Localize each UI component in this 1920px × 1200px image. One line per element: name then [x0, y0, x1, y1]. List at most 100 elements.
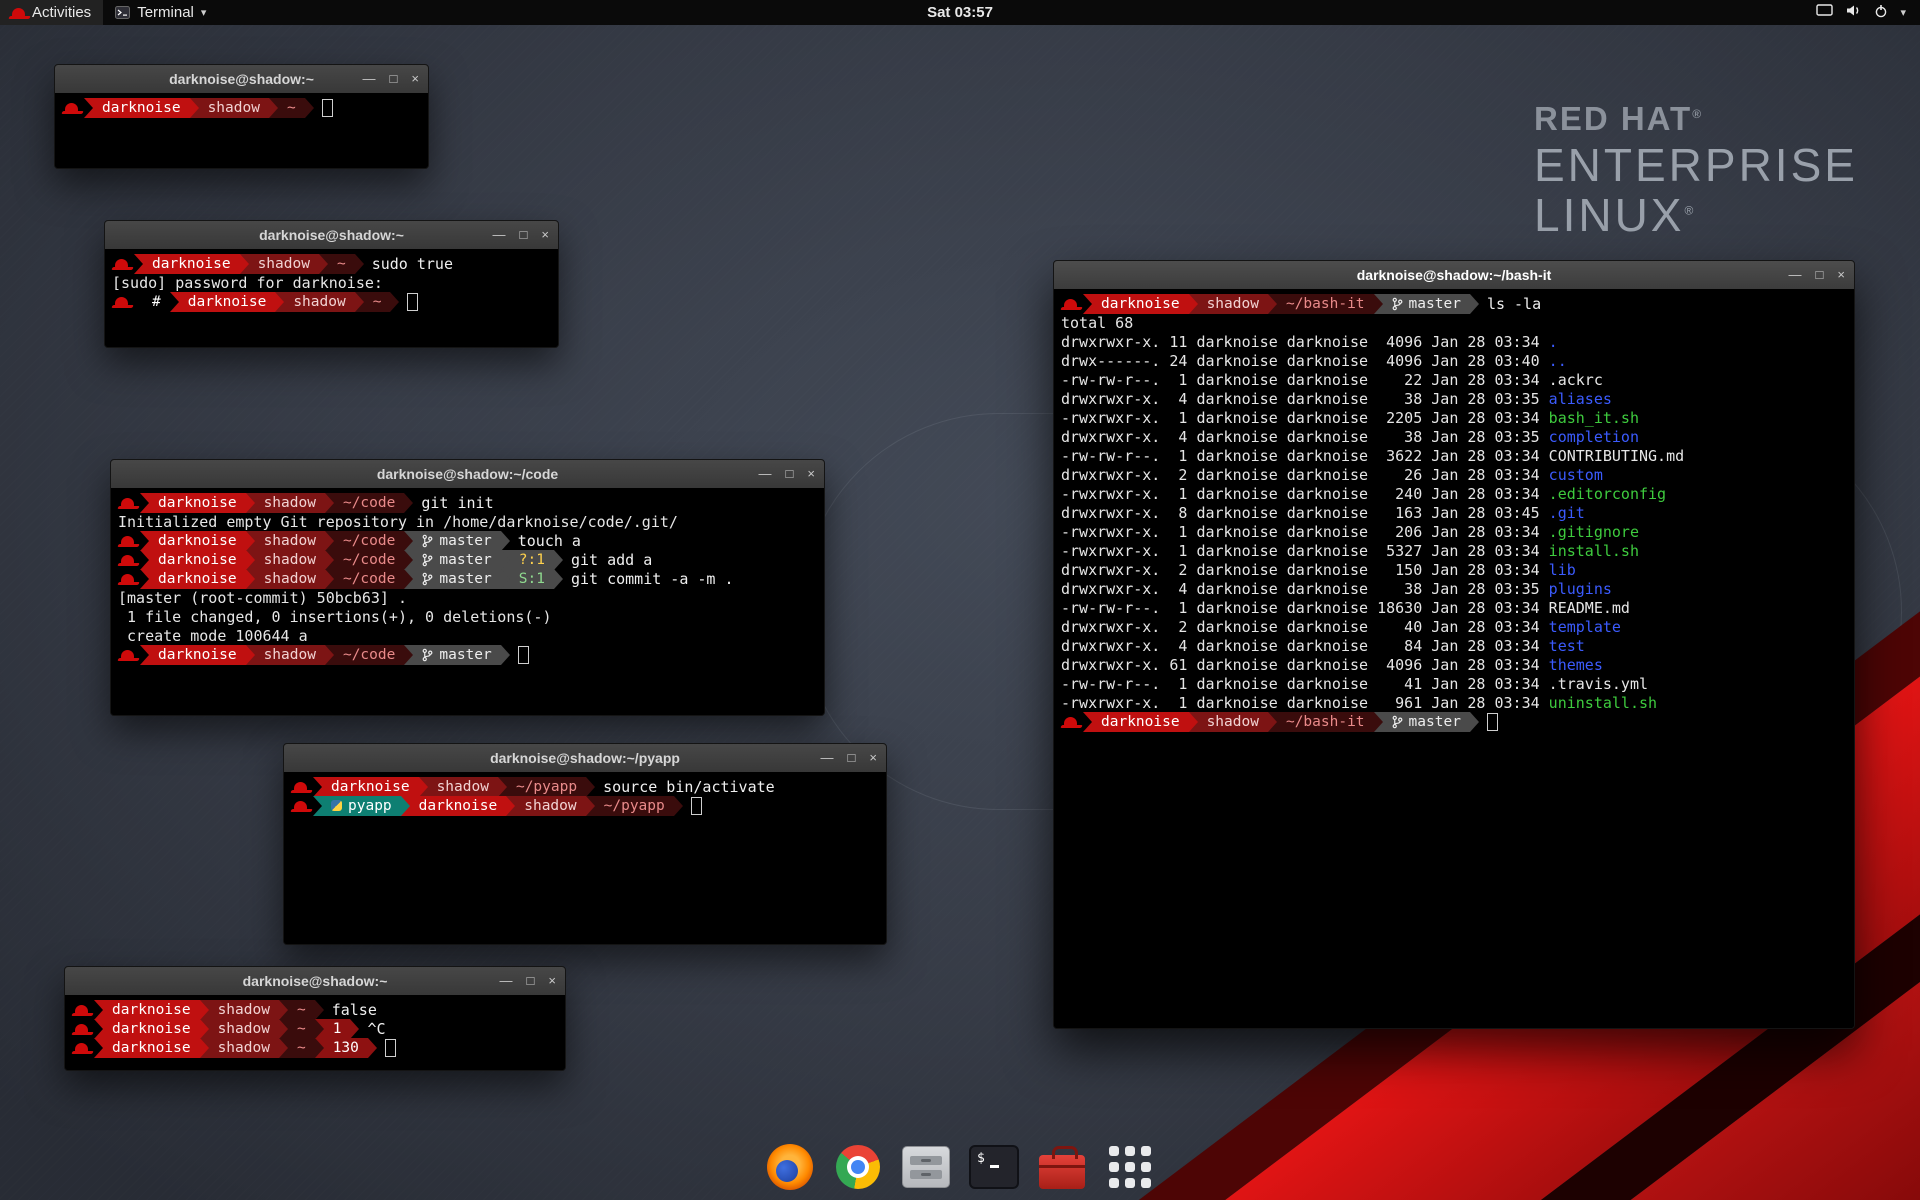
- prompt-segment-user: darknoise: [103, 1000, 200, 1020]
- terminal-line: drwxrwxr-x. 11 darknoise darknoise 4096 …: [1061, 332, 1847, 351]
- grid-dot: [1125, 1162, 1135, 1172]
- prompt-segment-git: master: [413, 569, 500, 589]
- minimize-button[interactable]: —: [1789, 261, 1802, 289]
- maximize-button[interactable]: □: [1816, 261, 1824, 289]
- prompt-segment-path: ~/pyapp: [507, 777, 586, 797]
- ls-entry-name: .gitignore: [1549, 523, 1639, 541]
- dock-chrome-icon[interactable]: [831, 1140, 885, 1194]
- prompt-segment-user: darknoise: [1092, 712, 1189, 732]
- terminal-body[interactable]: darknoiseshadow~falsedarknoiseshadow~1^C…: [65, 995, 565, 1070]
- dock-firefox-icon[interactable]: [763, 1140, 817, 1194]
- prompt-segment-host: shadow: [249, 254, 319, 274]
- powerline-separator: [1083, 294, 1092, 314]
- app-menu-terminal[interactable]: Terminal ▾: [103, 0, 218, 25]
- grid-dot: [1109, 1146, 1119, 1156]
- dock-app-grid-icon[interactable]: [1103, 1140, 1157, 1194]
- maximize-button[interactable]: □: [786, 460, 794, 488]
- powerline-separator: [246, 569, 255, 589]
- terminal-cursor: [518, 646, 529, 664]
- powerline-separator: [404, 645, 413, 665]
- ls-entry-meta: -rw-rw-r--. 1 darknoise darknoise 22 Jan…: [1061, 371, 1549, 389]
- registered-mark: ®: [1692, 107, 1703, 121]
- minimize-button[interactable]: —: [493, 221, 506, 249]
- terminal-window[interactable]: darknoise@shadow:~/code—□×darknoiseshado…: [110, 459, 825, 716]
- prompt-segment-os: [291, 777, 313, 797]
- window-titlebar[interactable]: darknoise@shadow:~/pyapp—□×: [284, 744, 886, 773]
- terminal-body[interactable]: darknoiseshadow~/codegit initInitialized…: [111, 488, 824, 715]
- chrome-logo: [836, 1145, 880, 1189]
- terminal-line: darknoiseshadow~/codemaster?:1git add a: [118, 550, 817, 569]
- firefox-logo: [767, 1144, 813, 1190]
- powerline-separator: [279, 1038, 288, 1058]
- clock[interactable]: Sat 03:57: [0, 4, 1920, 21]
- grid-dot: [1109, 1162, 1119, 1172]
- window-titlebar[interactable]: darknoise@shadow:~—□×: [55, 65, 428, 94]
- desktop[interactable]: { "top_bar": { "activities": "Activities…: [0, 0, 1920, 1200]
- ls-entry-name: bash_it.sh: [1549, 409, 1639, 427]
- redhat-icon: [1064, 299, 1077, 308]
- powerline-separator: [501, 550, 510, 570]
- close-button[interactable]: ×: [869, 744, 877, 772]
- maximize-button[interactable]: □: [527, 967, 535, 995]
- powerline-separator: [84, 98, 93, 118]
- dock-file-manager-icon[interactable]: [899, 1140, 953, 1194]
- redhat-icon: [65, 103, 78, 112]
- terminal-line: drwxrwxr-x. 4 darknoise darknoise 38 Jan…: [1061, 579, 1847, 598]
- terminal-cursor: [691, 797, 702, 815]
- prompt-segment-os: [72, 1019, 94, 1039]
- window-controls: — □ ×: [500, 967, 565, 995]
- rhel-logo-enterprise: ENTERPRISE: [1534, 142, 1858, 188]
- close-button[interactable]: ×: [541, 221, 549, 249]
- close-button[interactable]: ×: [807, 460, 815, 488]
- dock-terminal-icon[interactable]: $: [967, 1140, 1021, 1194]
- ls-entry-meta: drwxrwxr-x. 8 darknoise darknoise 163 Ja…: [1061, 504, 1549, 522]
- prompt-segment-path: ~/code: [334, 531, 404, 551]
- terminal-window[interactable]: darknoise@shadow:~—□×darknoiseshadow~: [54, 64, 429, 169]
- maximize-button[interactable]: □: [848, 744, 856, 772]
- minimize-button[interactable]: —: [821, 744, 834, 772]
- terminal-body[interactable]: darknoiseshadow~sudo true[sudo] password…: [105, 249, 558, 347]
- powerline-separator: [1374, 712, 1383, 732]
- prompt-segment-os: [118, 645, 140, 665]
- prompt-segment-user: darknoise: [103, 1038, 200, 1058]
- terminal-body[interactable]: darknoiseshadow~/pyappsource bin/activat…: [284, 772, 886, 944]
- terminal-window[interactable]: darknoise@shadow:~—□×darknoiseshadow~fal…: [64, 966, 566, 1071]
- powerline-separator: [325, 569, 334, 589]
- close-button[interactable]: ×: [411, 65, 419, 93]
- powerline-separator: [1470, 712, 1479, 732]
- minimize-button[interactable]: —: [363, 65, 376, 93]
- terminal-window[interactable]: darknoise@shadow:~—□×darknoiseshadow~sud…: [104, 220, 559, 348]
- terminal-window[interactable]: darknoise@shadow:~/bash-it—□×darknoisesh…: [1053, 260, 1855, 1029]
- ls-entry-name: themes: [1549, 656, 1603, 674]
- dock-toolbox-icon[interactable]: [1035, 1140, 1089, 1194]
- prompt-segment-user: darknoise: [143, 254, 240, 274]
- close-button[interactable]: ×: [1837, 261, 1845, 289]
- minimize-button[interactable]: —: [759, 460, 772, 488]
- close-button[interactable]: ×: [548, 967, 556, 995]
- window-titlebar[interactable]: darknoise@shadow:~—□×: [105, 221, 558, 250]
- prompt-segment-user: darknoise: [149, 493, 246, 513]
- terminal-body[interactable]: darknoiseshadow~/bash-itmasterls -latota…: [1054, 289, 1854, 1028]
- app-menu-label: Terminal: [137, 4, 194, 21]
- prompt-segment-gits: S:1: [510, 569, 554, 589]
- activities-button[interactable]: Activities: [0, 0, 103, 25]
- system-menu[interactable]: ▾: [1802, 0, 1920, 25]
- window-titlebar[interactable]: darknoise@shadow:~/code—□×: [111, 460, 824, 489]
- prompt-segment-host: shadow: [255, 550, 325, 570]
- window-titlebar[interactable]: darknoise@shadow:~—□×: [65, 967, 565, 996]
- maximize-button[interactable]: □: [390, 65, 398, 93]
- powerline-separator: [501, 569, 510, 589]
- minimize-button[interactable]: —: [500, 967, 513, 995]
- powerline-separator: [1189, 712, 1198, 732]
- maximize-button[interactable]: □: [520, 221, 528, 249]
- ls-entry-name: uninstall.sh: [1549, 694, 1657, 712]
- window-controls: — □ ×: [363, 65, 428, 93]
- terminal-window[interactable]: darknoise@shadow:~/pyapp—□×darknoiseshad…: [283, 743, 887, 945]
- terminal-body[interactable]: darknoiseshadow~: [55, 93, 428, 168]
- powerline-separator: [140, 550, 149, 570]
- powerline-separator: [355, 254, 364, 274]
- command-text: false: [332, 1001, 377, 1019]
- prompt-segment-path: ~/bash-it: [1277, 294, 1374, 314]
- terminal-line: drwxrwxr-x. 4 darknoise darknoise 38 Jan…: [1061, 389, 1847, 408]
- window-titlebar[interactable]: darknoise@shadow:~/bash-it—□×: [1054, 261, 1854, 290]
